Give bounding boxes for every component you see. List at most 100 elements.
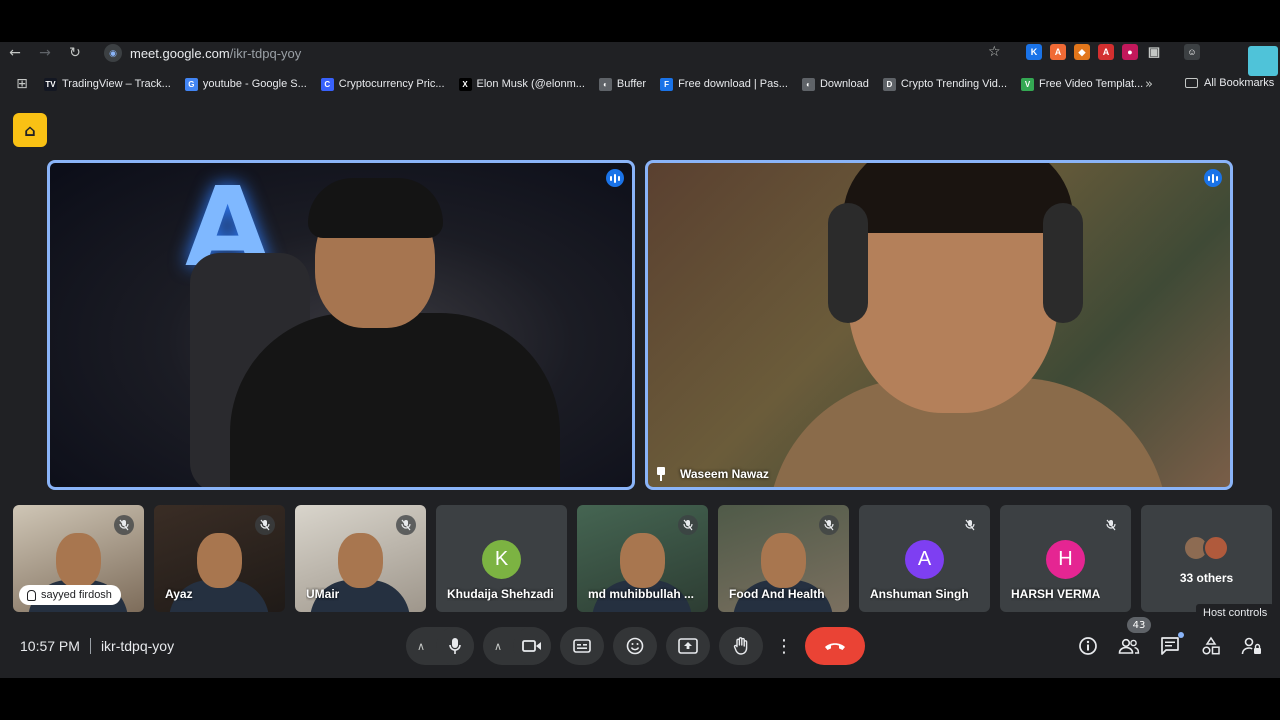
people-button[interactable]: 43 xyxy=(1117,617,1151,658)
others-count-label: 33 others xyxy=(1179,571,1234,585)
bookmark-item[interactable]: X Elon Musk (@elonm... xyxy=(458,77,585,91)
browser-chrome: ← → ↻ ◉ meet.google.com /ikr-tdpq-yoy ☆ … xyxy=(0,42,1280,100)
apps-grid-icon[interactable]: ⊞ xyxy=(0,76,44,92)
mic-icon xyxy=(449,638,461,654)
adblock-icon[interactable]: A xyxy=(1098,44,1114,60)
bookmark-label: youtube - Google S... xyxy=(202,78,307,90)
camera-control-group: ∧ xyxy=(483,627,551,665)
participant-tile-main-1[interactable]: A xyxy=(47,160,635,490)
mic-muted-icon xyxy=(819,515,839,535)
bookmarks-bar: ⊞ TV TradingView – Track... Gyoutube - Goo… xyxy=(0,72,1280,96)
participant-tile[interactable]: A Anshuman Singh xyxy=(859,505,990,612)
participant-name: sayyed firdosh xyxy=(19,585,121,605)
captions-icon xyxy=(573,639,591,653)
avatar xyxy=(1203,535,1229,561)
bookmark-item[interactable]: ◐ Buffer xyxy=(598,77,646,91)
metamask-icon[interactable]: ◆ xyxy=(1074,44,1090,60)
chat-icon xyxy=(1161,637,1179,655)
participant-name: UMair xyxy=(306,587,340,601)
bookmark-label: TradingView – Track... xyxy=(62,78,171,90)
mic-muted-icon xyxy=(255,515,275,535)
bookmark-item[interactable]: V Free Video Templat... xyxy=(1021,77,1143,91)
participant-name: Anshuman Singh xyxy=(870,587,969,601)
avatar: K xyxy=(482,540,521,579)
bookmark-favicon-icon: D xyxy=(882,77,896,91)
bookmark-item[interactable]: C Cryptocurrency Pric... xyxy=(320,77,445,91)
pin-icon[interactable] xyxy=(656,467,666,481)
speaking-indicator-icon xyxy=(606,169,624,187)
mic-muted-icon xyxy=(1101,515,1121,535)
bookmark-label: Free download | Pas... xyxy=(678,78,788,90)
host-controls-tooltip: Host controls xyxy=(1196,604,1275,622)
extensions-row: K A ◆ A ● ▣ ☺ xyxy=(1026,44,1200,60)
profile-avatar-icon[interactable]: ☺ xyxy=(1184,44,1200,60)
extension-a-icon[interactable]: A xyxy=(1050,44,1066,60)
bookmark-favicon-icon: V xyxy=(1021,77,1035,91)
participant-tile[interactable]: K Khudaija Shehzadi xyxy=(436,505,567,612)
participant-tile[interactable]: H HARSH VERMA xyxy=(1000,505,1131,612)
audio-options-chevron-icon[interactable]: ∧ xyxy=(406,640,436,653)
back-icon[interactable]: ← xyxy=(0,42,30,64)
participant-name: Ayaz xyxy=(165,587,193,601)
site-info-icon[interactable]: ◉ xyxy=(104,44,122,62)
clock: 10:57 PM xyxy=(20,638,80,654)
person-head-shape xyxy=(197,533,242,588)
raise-hand-button[interactable] xyxy=(719,627,763,665)
others-tile[interactable]: 33 others xyxy=(1141,505,1272,612)
meeting-details-button[interactable] xyxy=(1076,634,1100,658)
extension-badge-icon[interactable]: ● xyxy=(1122,44,1138,60)
participant-tile[interactable]: Food And Health xyxy=(718,505,849,612)
participant-count-badge: 43 xyxy=(1127,617,1151,633)
bookmark-item[interactable]: ◐ Download xyxy=(801,77,869,91)
all-bookmarks-label: All Bookmarks xyxy=(1204,77,1275,89)
host-controls-button[interactable] xyxy=(1240,634,1264,658)
video-options-chevron-icon[interactable]: ∧ xyxy=(483,640,513,653)
all-bookmarks[interactable]: All Bookmarks xyxy=(1185,77,1274,89)
people-icon xyxy=(1118,638,1140,654)
bookmark-star-icon[interactable]: ☆ xyxy=(988,44,1001,60)
meet-stage: ⌂ A Waseem Nawaz sayyed firdosh Ayaz UMair… xyxy=(0,100,1280,678)
bookmark-item[interactable]: F Free download | Pas... xyxy=(660,77,788,91)
forward-icon[interactable]: → xyxy=(30,42,60,64)
address-row: ← → ↻ ◉ meet.google.com /ikr-tdpq-yoy ☆ … xyxy=(0,42,1280,76)
bookmark-item[interactable]: D Crypto Trending Vid... xyxy=(882,77,1007,91)
person-head-shape xyxy=(56,533,101,588)
participant-name: Waseem Nawaz xyxy=(680,467,769,481)
participant-name: Food And Health xyxy=(729,587,825,601)
bookmarks-overflow-icon[interactable]: » xyxy=(1145,77,1153,92)
address-bar[interactable]: ◉ meet.google.com /ikr-tdpq-yoy xyxy=(96,42,1016,64)
reactions-button[interactable] xyxy=(613,627,657,665)
bookmark-item[interactable]: TV TradingView – Track... xyxy=(44,77,171,91)
mic-muted-icon xyxy=(678,515,698,535)
reload-icon[interactable]: ↻ xyxy=(60,42,90,64)
person-hair-shape xyxy=(308,178,443,238)
participant-tile[interactable]: sayyed firdosh xyxy=(13,505,144,612)
present-screen-button[interactable] xyxy=(666,627,710,665)
puzzle-extensions-icon[interactable]: ▣ xyxy=(1146,44,1162,60)
participant-tile[interactable]: md muhibbullah ... xyxy=(577,505,708,612)
leave-call-button[interactable] xyxy=(805,627,865,665)
meet-app-logo-icon[interactable]: ⌂ xyxy=(13,113,47,147)
meeting-code: ikr-tdpq-yoy xyxy=(100,638,175,654)
chat-button[interactable] xyxy=(1158,632,1184,658)
captions-button[interactable] xyxy=(560,627,604,665)
bookmark-item[interactable]: Gyoutube - Google S... xyxy=(184,77,307,91)
mic-control-group: ∧ xyxy=(406,627,474,665)
hand-icon xyxy=(733,637,748,655)
participant-strip: sayyed firdosh Ayaz UMair K Khudaija Shehzad… xyxy=(13,505,1272,612)
participant-tile-main-2[interactable]: Waseem Nawaz xyxy=(645,160,1233,490)
camera-button[interactable] xyxy=(513,627,551,665)
mic-button[interactable] xyxy=(436,627,474,665)
more-options-icon[interactable]: ⋮ xyxy=(772,627,796,665)
extension-k-icon[interactable]: K xyxy=(1026,44,1042,60)
emoji-icon xyxy=(626,637,644,655)
participant-tile[interactable]: UMair xyxy=(295,505,426,612)
bookmark-label: Cryptocurrency Pric... xyxy=(338,78,445,90)
activities-button[interactable] xyxy=(1199,634,1223,658)
speaking-indicator-icon xyxy=(1204,169,1222,187)
headphone-left-shape xyxy=(828,203,868,323)
participant-tile[interactable]: Ayaz xyxy=(154,505,285,612)
side-panel-controls: 43 xyxy=(1076,617,1264,658)
bottom-toolbar: 10:57 PM ikr-tdpq-yoy ∧ ∧ ⋮ 43 xyxy=(0,615,1280,678)
others-avatar-stack xyxy=(1183,535,1229,561)
